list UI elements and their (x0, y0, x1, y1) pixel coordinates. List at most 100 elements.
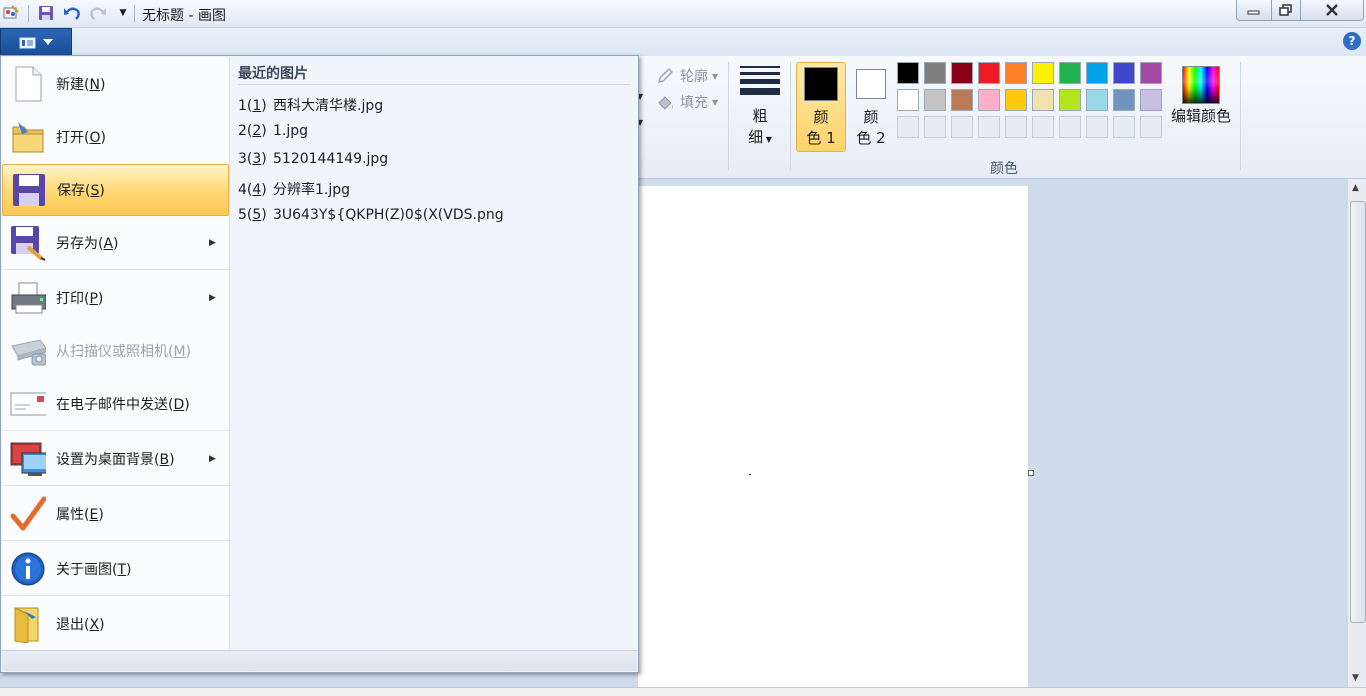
edit-colors-button[interactable]: 编辑颜色 (1170, 106, 1232, 127)
recent-picture-item[interactable]: 2(2) 1.jpg (238, 123, 308, 139)
canvas-resize-handle-right[interactable] (1028, 470, 1034, 476)
menu-item-exit[interactable]: 退出(X) (2, 598, 229, 650)
menu-item-save[interactable]: 保存(S) (2, 164, 229, 216)
menu-item-new[interactable]: 新建(N) (2, 58, 229, 110)
fill-bucket-icon (658, 96, 673, 110)
palette-color-swatch[interactable] (1113, 89, 1135, 111)
fill-dropdown[interactable]: 填充 ▼ (656, 92, 718, 112)
palette-color-swatch[interactable] (951, 89, 973, 111)
palette-color-swatch[interactable] (897, 89, 919, 111)
submenu-arrow-icon: ▶ (209, 293, 216, 303)
size-label-1: 粗 (752, 107, 768, 125)
menu-item-set-desktop-background[interactable]: 设置为桌面背景(B) ▶ (2, 433, 229, 486)
palette-color-swatch[interactable] (978, 89, 1000, 111)
palette-color-swatch[interactable] (1005, 62, 1027, 84)
scroll-down-arrow-icon[interactable]: ▼ (1352, 673, 1359, 683)
menu-item-send-email[interactable]: 在电子邮件中发送(D) (2, 378, 229, 431)
menu-item-save-as[interactable]: 另存为(A) ▶ (2, 217, 229, 270)
undo-icon[interactable] (63, 4, 81, 22)
palette-color-swatch[interactable] (924, 89, 946, 111)
recent-picture-item[interactable]: 3(3) 5120144149.jpg (238, 151, 388, 167)
color1-swatch (804, 67, 838, 101)
open-folder-icon (10, 119, 46, 155)
vertical-scrollbar[interactable]: ▲ ▼ (1347, 179, 1366, 687)
palette-color-swatch[interactable] (1032, 89, 1054, 111)
menu-label: 退出(X) (56, 617, 105, 633)
menu-item-properties[interactable]: 属性(E) (2, 488, 229, 541)
palette-custom-color-slot[interactable] (1113, 116, 1135, 138)
color2-swatch (856, 69, 886, 99)
palette-color-swatch[interactable] (1059, 89, 1081, 111)
scroll-up-arrow-icon[interactable]: ▲ (1352, 183, 1359, 193)
canvas-dot (749, 474, 751, 475)
menu-item-print[interactable]: 打印(P) ▶ (2, 272, 229, 324)
title-divider (134, 5, 135, 22)
outline-label: 轮廓 (680, 69, 708, 85)
quick-access-divider (28, 5, 29, 22)
menu-document-icon (19, 37, 36, 48)
scrollbar-thumb[interactable] (1350, 201, 1366, 623)
printer-icon (10, 280, 46, 316)
recent-picture-item[interactable]: 4(4) 分辨率1.jpg (238, 179, 350, 199)
palette-custom-color-slot[interactable] (1005, 116, 1027, 138)
recent-picture-item[interactable]: 5(5) 3U643Y${QKPH(Z)0$(X(VDS.png (238, 207, 504, 223)
help-icon[interactable]: ? (1343, 32, 1361, 50)
menu-item-scanner-camera[interactable]: 从扫描仪或照相机(M) (2, 325, 229, 377)
recent-pictures-header: 最近的图片 (238, 66, 308, 82)
outline-dropdown[interactable]: 轮廓 ▼ (656, 66, 718, 86)
chevron-down-icon: ▼ (712, 71, 719, 81)
palette-color-swatch[interactable] (978, 62, 1000, 84)
palette-custom-color-slot[interactable] (1032, 116, 1054, 138)
palette-color-swatch[interactable] (924, 62, 946, 84)
recent-header-divider (238, 84, 630, 85)
palette-color-swatch[interactable] (1059, 62, 1081, 84)
menu-label: 从扫描仪或照相机(M) (56, 344, 192, 360)
save-as-icon (10, 225, 46, 261)
palette-color-swatch[interactable] (1086, 89, 1108, 111)
properties-check-icon (10, 496, 46, 532)
palette-color-swatch[interactable] (1032, 62, 1054, 84)
palette-color-swatch[interactable] (1086, 62, 1108, 84)
palette-custom-color-slot[interactable] (1059, 116, 1081, 138)
menu-item-open[interactable]: 打开(O) (2, 111, 229, 163)
palette-color-swatch[interactable] (1113, 62, 1135, 84)
palette-custom-color-slot[interactable] (924, 116, 946, 138)
palette-color-swatch[interactable] (1140, 89, 1162, 111)
redo-icon[interactable] (89, 4, 107, 22)
menu-label: 另存为(A) (56, 236, 119, 252)
palette-color-swatch[interactable] (1140, 62, 1162, 84)
customize-quick-access-icon[interactable]: ▼ (114, 4, 132, 22)
palette-color-swatch[interactable] (951, 62, 973, 84)
menu-label: 保存(S) (57, 183, 105, 199)
color1-button[interactable]: 颜色 1 (796, 62, 846, 152)
palette-custom-color-slot[interactable] (1140, 116, 1162, 138)
palette-color-swatch[interactable] (897, 62, 919, 84)
edit-colors-icon[interactable] (1182, 66, 1220, 104)
menu-footer (2, 650, 637, 671)
close-button[interactable] (1300, 0, 1364, 21)
color-palette (897, 62, 1164, 140)
menu-label: 打印(P) (56, 291, 104, 307)
paint-app-icon[interactable] (2, 4, 20, 22)
palette-custom-color-slot[interactable] (951, 116, 973, 138)
chevron-down-icon: ▼ (712, 97, 719, 107)
palette-custom-color-slot[interactable] (1086, 116, 1108, 138)
menu-item-about-paint[interactable]: 关于画图(T) (2, 543, 229, 596)
quick-save-icon[interactable] (37, 4, 55, 22)
menu-commands: 新建(N) 打开(O) 保存(S) 另存为(A) ▶ 打印(P) ▶ 从扫描仪或… (2, 57, 230, 649)
recent-picture-item[interactable]: 1(1) 西科大清华楼.jpg (238, 95, 383, 115)
minimize-button[interactable] (1236, 0, 1272, 21)
size-button[interactable]: 粗 细 ▼ (745, 106, 775, 150)
palette-custom-color-slot[interactable] (978, 116, 1000, 138)
restore-button[interactable] (1271, 0, 1301, 21)
menu-label: 属性(E) (56, 507, 104, 523)
drawing-canvas[interactable] (638, 186, 1028, 688)
color2-button[interactable]: 颜色 2 (846, 62, 896, 152)
email-icon (10, 386, 46, 422)
palette-custom-color-slot[interactable] (897, 116, 919, 138)
line-thickness-icon[interactable] (740, 66, 780, 99)
color2-label: 颜色 2 (856, 108, 886, 147)
palette-color-swatch[interactable] (1005, 89, 1027, 111)
submenu-arrow-icon: ▶ (209, 454, 216, 464)
paint-menu-button[interactable] (0, 28, 72, 56)
